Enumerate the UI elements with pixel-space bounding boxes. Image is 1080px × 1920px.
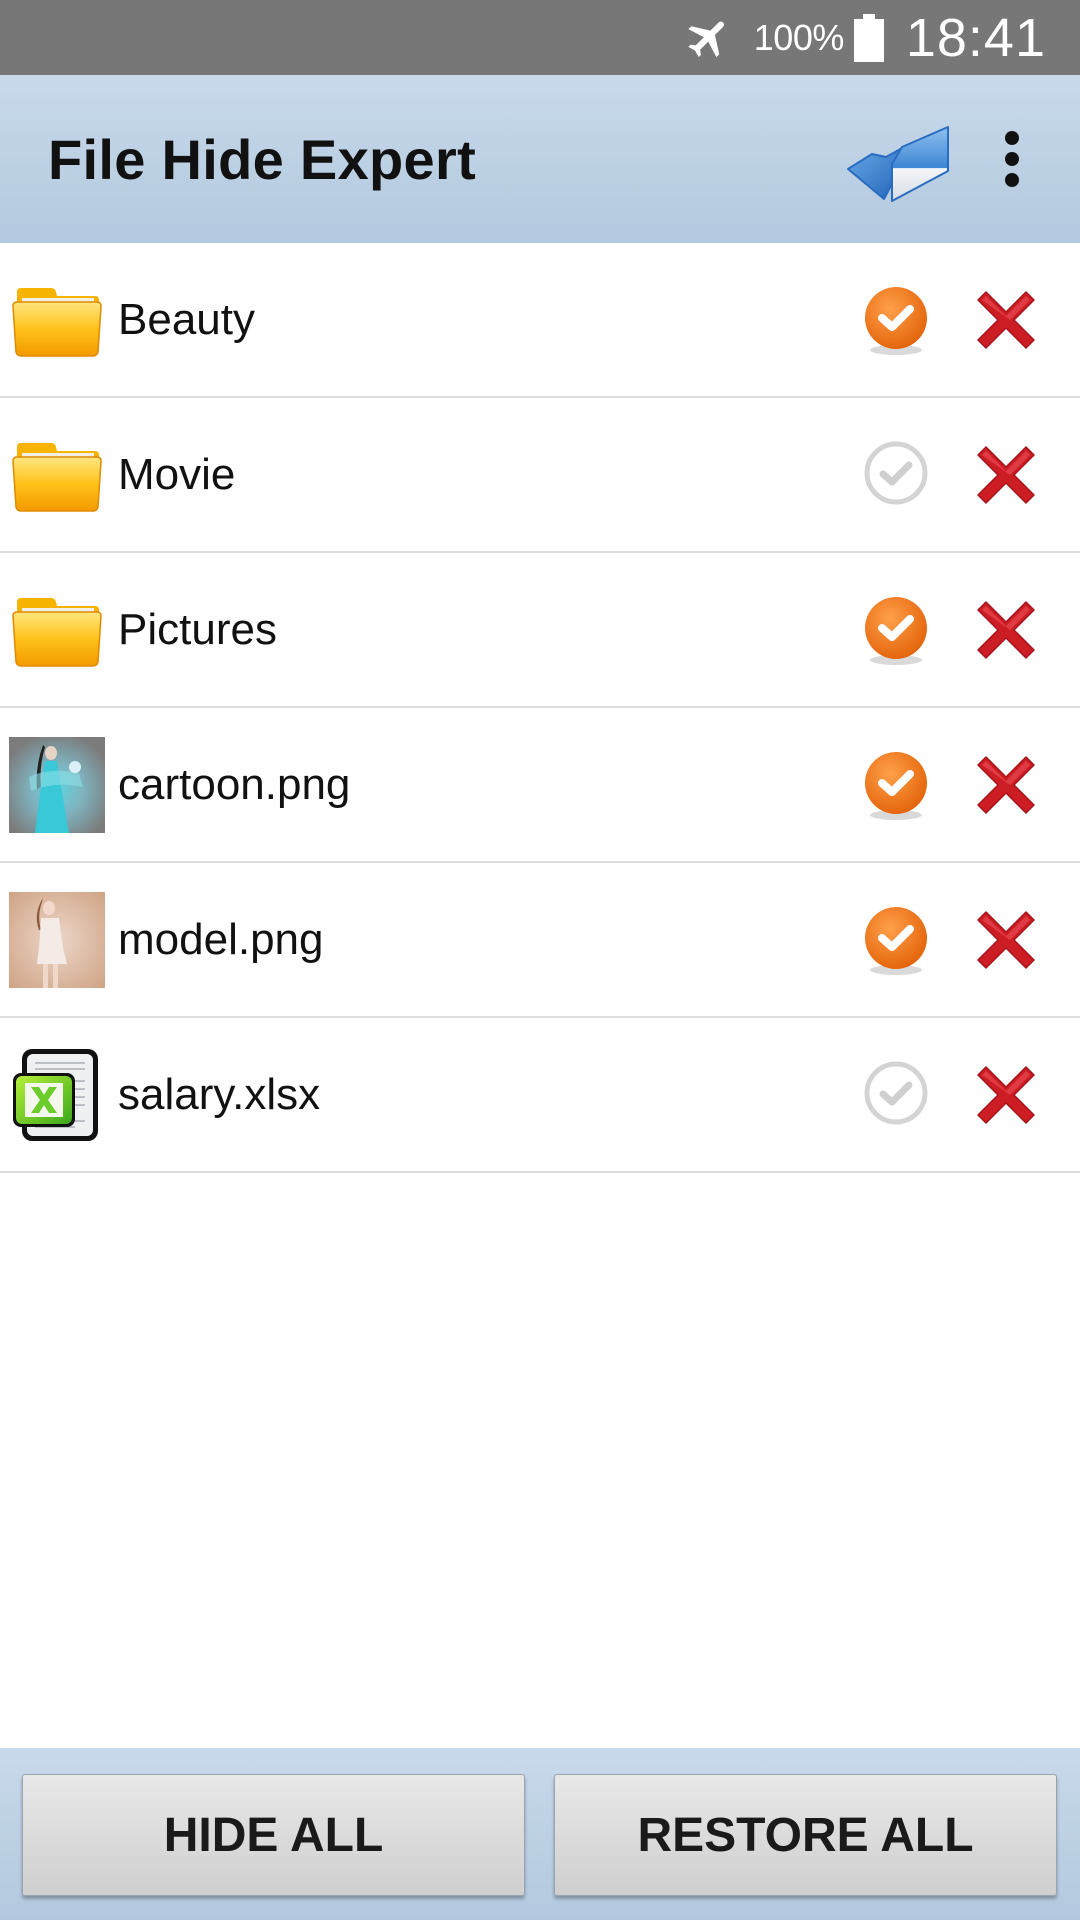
folder-check-icon[interactable] bbox=[844, 109, 954, 209]
hide-all-button[interactable]: HIDE ALL bbox=[22, 1774, 525, 1896]
hidden-check-on-icon[interactable] bbox=[860, 284, 932, 356]
file-name: Movie bbox=[118, 449, 236, 499]
hidden-check-on-icon[interactable] bbox=[860, 594, 932, 666]
status-bar: 100% 18:41 bbox=[0, 0, 1080, 75]
file-name: model.png bbox=[118, 914, 324, 964]
hidden-check-on-icon[interactable] bbox=[860, 749, 932, 821]
restore-all-button[interactable]: RESTORE ALL bbox=[554, 1774, 1057, 1896]
remove-icon[interactable] bbox=[968, 747, 1044, 823]
image-thumbnail-model bbox=[9, 891, 105, 988]
file-name: Beauty bbox=[118, 294, 255, 344]
folder-icon bbox=[12, 597, 102, 667]
remove-icon[interactable] bbox=[968, 1057, 1044, 1133]
file-name: Pictures bbox=[118, 604, 277, 654]
status-clock: 18:41 bbox=[905, 7, 1046, 68]
image-thumbnail-cartoon bbox=[9, 736, 105, 833]
file-name: salary.xlsx bbox=[118, 1069, 321, 1119]
file-list: Beauty Movie Pictures cartoon.png model.… bbox=[0, 243, 1080, 1173]
battery-percent: 100% bbox=[753, 16, 845, 58]
battery-full-icon bbox=[853, 13, 884, 62]
airplane-mode-icon bbox=[688, 21, 724, 57]
remove-icon[interactable] bbox=[968, 282, 1044, 358]
bottom-action-bar: HIDE ALL RESTORE ALL bbox=[0, 1748, 1080, 1920]
remove-icon[interactable] bbox=[968, 592, 1044, 668]
file-row[interactable]: Movie bbox=[0, 398, 1080, 553]
file-row[interactable]: Beauty bbox=[0, 243, 1080, 398]
folder-icon bbox=[12, 287, 102, 357]
hidden-check-off-icon[interactable] bbox=[860, 439, 932, 511]
file-row[interactable]: Pictures bbox=[0, 553, 1080, 708]
remove-icon[interactable] bbox=[968, 902, 1044, 978]
file-row[interactable]: cartoon.png bbox=[0, 708, 1080, 863]
hidden-check-off-icon[interactable] bbox=[860, 1059, 932, 1131]
file-row[interactable]: salary.xlsx bbox=[0, 1018, 1080, 1173]
file-row[interactable]: model.png bbox=[0, 863, 1080, 1018]
folder-icon bbox=[12, 442, 102, 512]
hidden-check-on-icon[interactable] bbox=[860, 904, 932, 976]
file-name: cartoon.png bbox=[118, 759, 351, 809]
app-title: File Hide Expert bbox=[48, 127, 477, 191]
remove-icon[interactable] bbox=[968, 437, 1044, 513]
excel-file-icon bbox=[13, 1048, 98, 1141]
app-bar: File Hide Expert bbox=[0, 75, 1080, 243]
more-vert-icon[interactable] bbox=[992, 119, 1032, 199]
